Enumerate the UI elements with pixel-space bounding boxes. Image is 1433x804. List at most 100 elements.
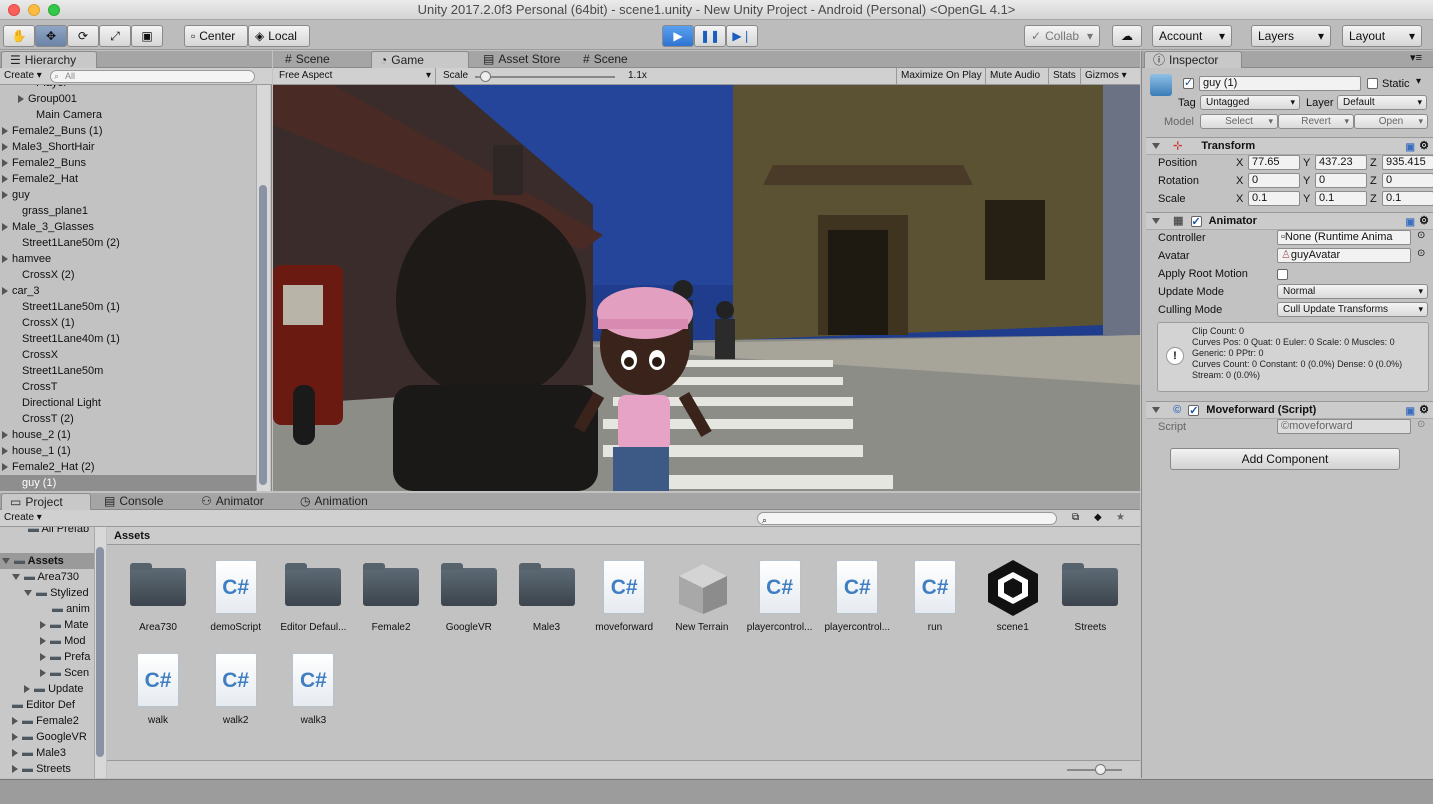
transform-rot-x-field[interactable]: 0 [1248, 173, 1300, 188]
hierarchy-item[interactable]: Street1Lane40m (1) [0, 331, 256, 347]
hierarchy-item[interactable]: Male_3_Glasses [0, 219, 256, 235]
hierarchy-item[interactable]: Directional Light [0, 395, 256, 411]
hierarchy-item[interactable]: Street1Lane50m (2) [0, 235, 256, 251]
hierarchy-item[interactable]: CrossT [0, 379, 256, 395]
controller-field[interactable]: ▫None (Runtime Anima [1277, 230, 1411, 245]
transform-pos-z-field[interactable]: 935.415 [1382, 155, 1433, 170]
hierarchy-item[interactable]: Main Camera [0, 107, 256, 123]
hierarchy-search-input[interactable]: ⌕ All [50, 70, 255, 83]
rect-tool-button[interactable]: ▣ [131, 25, 163, 47]
active-checkbox[interactable] [1183, 76, 1194, 89]
hierarchy-scrollbar[interactable] [256, 85, 270, 491]
project-tree-item[interactable]: ▬ anim [0, 601, 94, 617]
project-tree-item[interactable]: ▬ Prefa [0, 649, 94, 665]
game-viewport[interactable] [273, 85, 1140, 491]
animator-enabled-checkbox[interactable] [1190, 214, 1202, 231]
project-tree-item[interactable]: ▬ Stylized [0, 585, 94, 601]
icon-size-slider-thumb[interactable] [1095, 764, 1106, 775]
asset-item[interactable]: GoogleVR [430, 558, 508, 633]
object-picker-icon[interactable]: ⊙ [1417, 230, 1425, 241]
hierarchy-item[interactable]: guy [0, 187, 256, 203]
tab-asset-store[interactable]: ▤ Asset Store [475, 51, 568, 68]
expand-arrow-icon[interactable] [40, 669, 46, 678]
panel-menu-icon[interactable]: ▾≡ [1410, 51, 1422, 64]
expand-arrow-icon[interactable] [18, 95, 24, 104]
expand-arrow-icon[interactable] [2, 255, 8, 264]
tab-console[interactable]: ▤ Console [96, 493, 171, 510]
static-dropdown-arrow[interactable]: ▾ [1416, 76, 1421, 87]
hand-tool-button[interactable]: ✋ [3, 25, 35, 47]
expand-arrow-icon[interactable] [2, 191, 8, 200]
asset-item[interactable]: C# walk [119, 651, 197, 726]
expand-arrow-icon[interactable] [40, 637, 46, 646]
update-mode-dropdown[interactable]: Normal [1277, 284, 1428, 299]
project-tree-item[interactable]: ▬ Mate [0, 617, 94, 633]
asset-item[interactable]: Male3 [508, 558, 586, 633]
tab-hierarchy[interactable]: ☰ Hierarchy [1, 51, 97, 68]
asset-item[interactable]: Editor Defaul... [274, 558, 352, 633]
asset-item[interactable]: C# demoScript [197, 558, 275, 633]
close-window-button[interactable] [8, 4, 20, 16]
tag-dropdown[interactable]: Untagged [1200, 95, 1300, 110]
aspect-dropdown[interactable]: Free Aspect ▾ [279, 68, 436, 84]
asset-item[interactable]: Area730 [119, 558, 197, 633]
cloud-button[interactable]: ☁ [1112, 25, 1142, 47]
transform-rot-z-field[interactable]: 0 [1382, 173, 1433, 188]
help-book-icon[interactable]: ▣ [1406, 214, 1415, 231]
moveforward-header[interactable]: © Moveforward (Script) ▣ ⚙ [1146, 401, 1433, 420]
model-revert-button[interactable]: Revert [1278, 114, 1354, 129]
hierarchy-item[interactable]: CrossX (2) [0, 267, 256, 283]
asset-item[interactable]: New Terrain [663, 558, 741, 633]
hierarchy-item[interactable]: Group001 [0, 91, 256, 107]
hierarchy-item[interactable]: CrossT (2) [0, 411, 256, 427]
model-open-button[interactable]: Open [1354, 114, 1428, 129]
filter-type-icon[interactable]: ⧉ [1072, 510, 1079, 526]
object-name-field[interactable]: guy (1) [1199, 76, 1361, 91]
animator-header[interactable]: ▦ Animator ▣ ⚙ [1146, 212, 1433, 231]
hierarchy-item[interactable]: guy (1) [0, 475, 256, 491]
expand-arrow-icon[interactable] [40, 621, 46, 630]
asset-item[interactable]: C# walk3 [274, 651, 352, 726]
tab-game[interactable]: ◔ Game [371, 51, 469, 68]
expand-arrow-icon[interactable] [24, 685, 30, 694]
expand-arrow-icon[interactable] [2, 431, 8, 440]
project-tree-scroll-thumb[interactable] [96, 547, 104, 757]
hierarchy-item[interactable]: grass_plane1 [0, 203, 256, 219]
object-picker-icon[interactable]: ⊙ [1417, 248, 1425, 259]
asset-item[interactable]: Streets [1051, 558, 1129, 633]
asset-item[interactable]: C# playercontrol... [818, 558, 896, 633]
expand-arrow-icon[interactable] [2, 223, 8, 232]
project-tree-item[interactable]: ▬ Scen [0, 665, 94, 681]
hierarchy-item[interactable]: car_3 [0, 283, 256, 299]
expand-arrow-icon[interactable] [12, 765, 18, 774]
zoom-window-button[interactable] [48, 4, 60, 16]
hierarchy-item[interactable]: CrossX [0, 347, 256, 363]
rotate-tool-button[interactable]: ⟳ [67, 25, 99, 47]
transform-pos-y-field[interactable]: 437.23 [1315, 155, 1367, 170]
gear-icon[interactable]: ⚙ [1419, 402, 1429, 419]
minimize-window-button[interactable] [28, 4, 40, 16]
static-checkbox[interactable] [1367, 77, 1378, 89]
project-search-input[interactable]: ⌕ [757, 512, 1057, 525]
expand-arrow-icon[interactable] [2, 287, 8, 296]
project-tree-item[interactable]: ▬ GoogleVR [0, 729, 94, 745]
gizmos-dropdown[interactable]: Gizmos ▾ [1080, 68, 1131, 84]
expand-arrow-icon[interactable] [12, 574, 20, 581]
transform-scl-y-field[interactable]: 0.1 [1315, 191, 1367, 206]
project-tree-item[interactable]: ▬ Female2 [0, 713, 94, 729]
expand-arrow-icon[interactable] [24, 590, 32, 597]
stats-toggle[interactable]: Stats [1048, 68, 1080, 84]
tab-project[interactable]: ▭ Project [1, 493, 91, 510]
moveforward-enabled-checkbox[interactable] [1188, 403, 1200, 420]
tab-animation[interactable]: ◷ Animation [292, 493, 376, 510]
expand-arrow-icon[interactable] [2, 447, 8, 456]
tag-label-icon[interactable]: ◆ [1094, 510, 1102, 526]
expand-arrow-icon[interactable] [12, 717, 18, 726]
project-tree-scrollbar[interactable] [94, 527, 106, 778]
hierarchy-item[interactable]: Female2_Hat (2) [0, 459, 256, 475]
expand-arrow-icon[interactable] [2, 143, 8, 152]
hierarchy-item[interactable]: Street1Lane50m (1) [0, 299, 256, 315]
project-create-dropdown[interactable]: Create ▾ [4, 510, 42, 526]
hierarchy-item[interactable]: house_2 (1) [0, 427, 256, 443]
expand-arrow-icon[interactable] [12, 749, 18, 758]
